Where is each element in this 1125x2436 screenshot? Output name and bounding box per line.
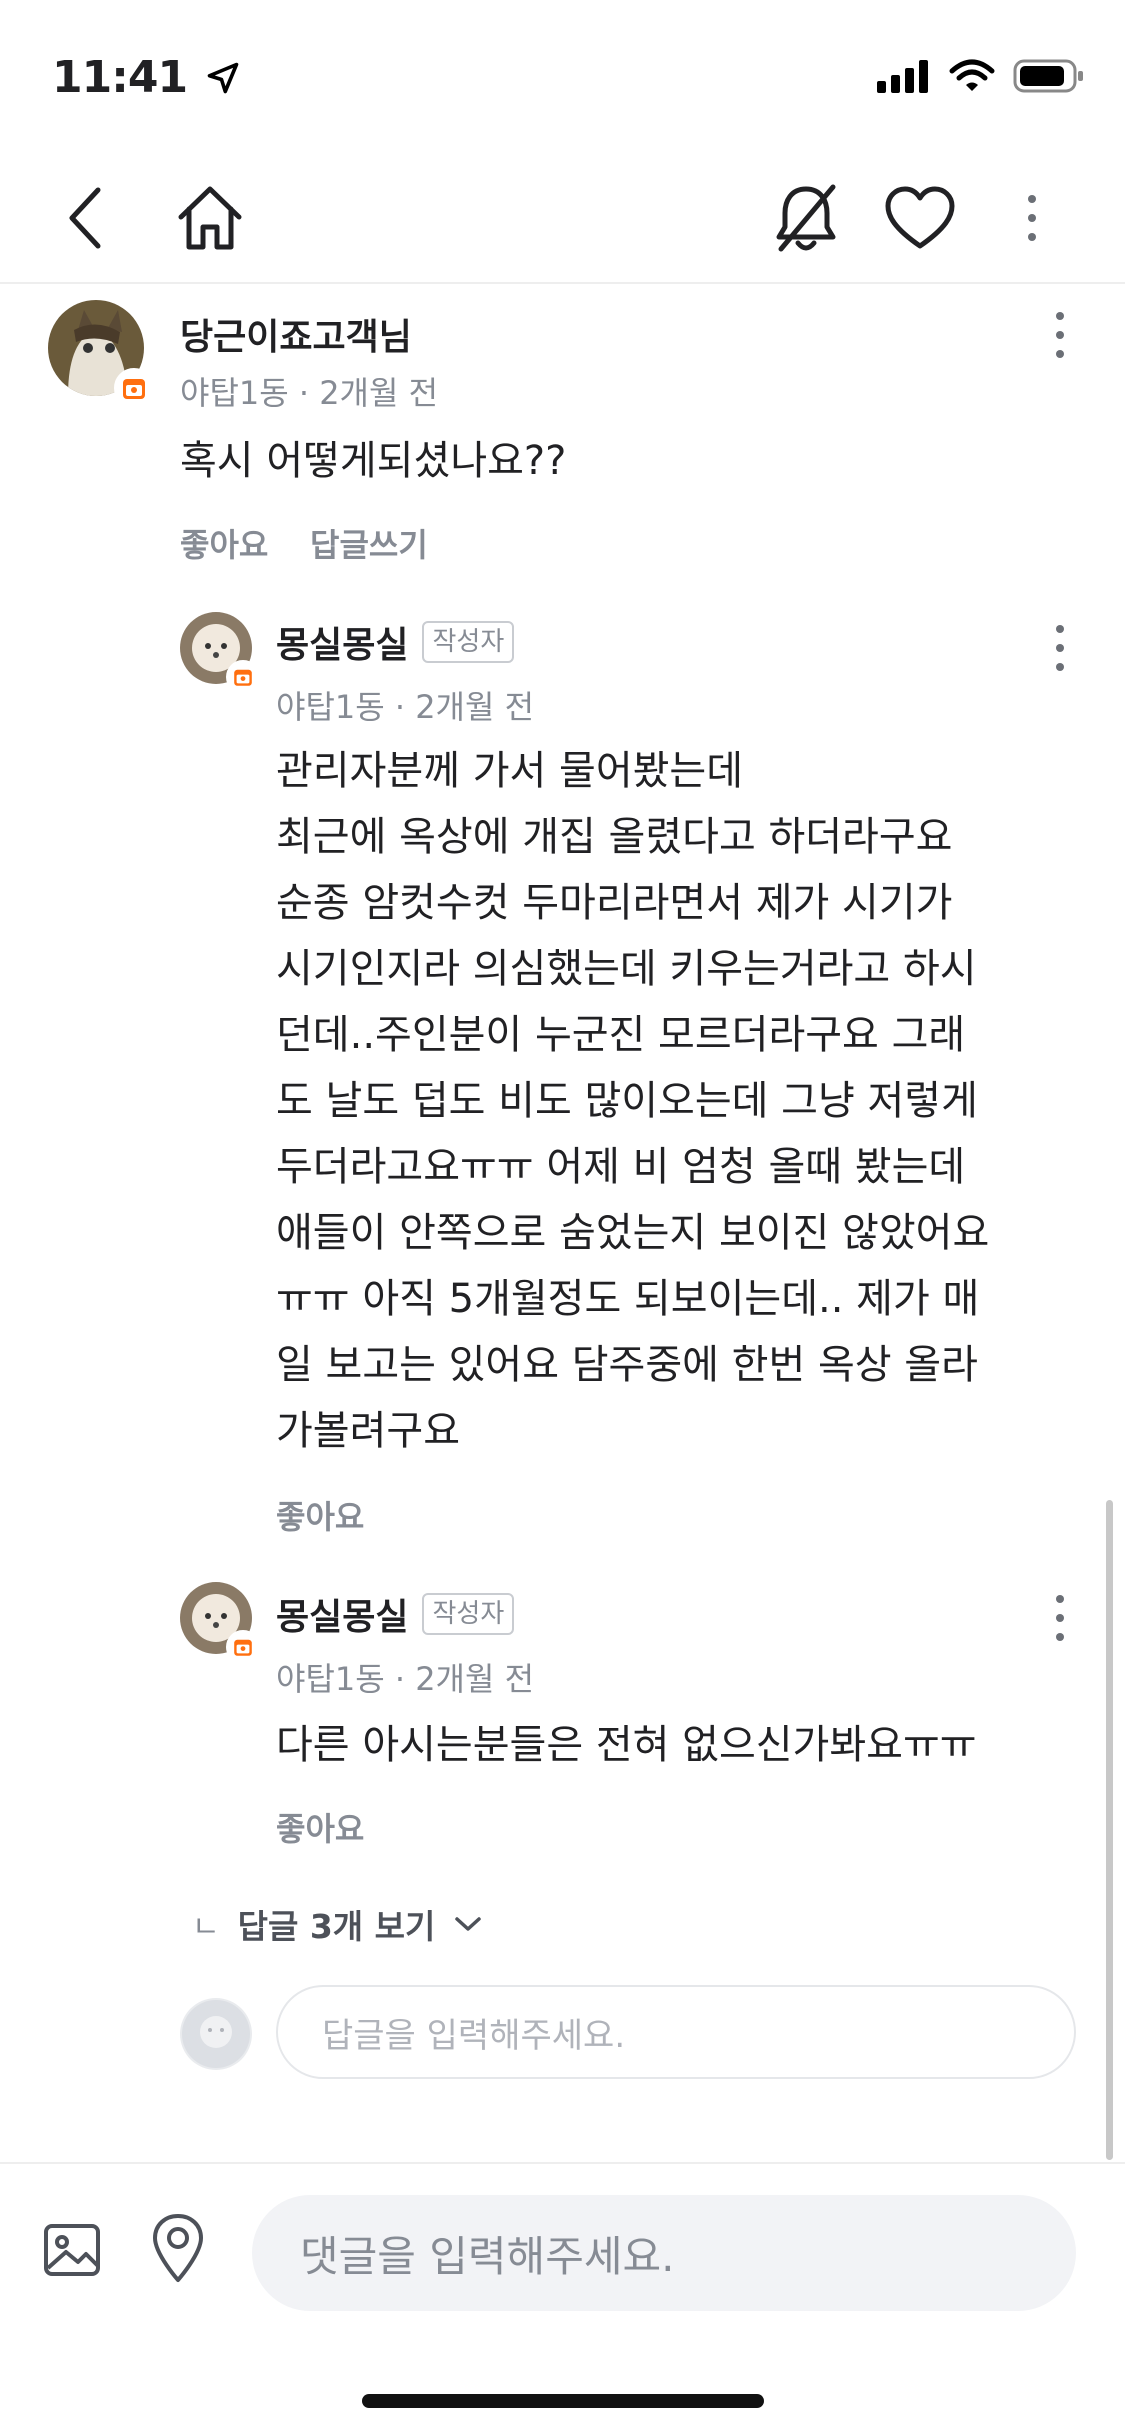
more-vertical-icon — [1050, 1595, 1070, 1641]
image-icon — [44, 2224, 100, 2276]
reply-author-row: 몽실몽실 작성자 — [276, 616, 515, 668]
status-time: 11:41 — [52, 52, 241, 103]
reply-text: 관리자분께 가서 물어봤는데 최근에 옥상에 개집 올렸다고 하더라구요 순종 … — [276, 748, 990, 1454]
calendar-badge-icon — [234, 1639, 252, 1656]
attach-image-button[interactable] — [36, 2214, 108, 2286]
home-indicator — [362, 2394, 764, 2408]
location-arrow-icon — [208, 62, 239, 94]
scrollbar[interactable] — [1106, 1500, 1113, 2160]
signal-icon — [877, 60, 928, 93]
view-replies-label: 답글 3개 보기 — [237, 1907, 436, 1946]
reply-input[interactable]: 답글을 입력해주세요. — [276, 1985, 1076, 2079]
reply-meta: 야탑1동 · 2개월 전 — [276, 1660, 535, 1698]
comment-meta: 야탑1동 · 2개월 전 — [180, 374, 439, 412]
home-button[interactable] — [170, 178, 250, 258]
calendar-badge-icon — [123, 379, 145, 399]
status-icons — [877, 58, 1085, 94]
notification-off-button[interactable] — [764, 176, 848, 260]
town-certification-badge — [226, 1630, 260, 1664]
write-reply-button[interactable]: 답글쓰기 — [310, 520, 428, 566]
comment-author[interactable]: 당근이죠고객님 — [180, 308, 412, 360]
reply-author[interactable]: 몽실몽실 — [276, 1588, 408, 1640]
author-badge: 작성자 — [422, 621, 515, 663]
like-button[interactable] — [878, 176, 962, 260]
more-options-button[interactable] — [1012, 180, 1052, 256]
reply-indent-mark: ㄴ — [192, 1910, 220, 1945]
more-vertical-icon — [1050, 312, 1070, 358]
bell-off-icon — [776, 184, 836, 252]
reply-author[interactable]: 몽실몽실 — [276, 616, 408, 668]
my-avatar — [180, 1998, 252, 2070]
author-badge: 작성자 — [422, 1593, 515, 1635]
comment-more-button[interactable] — [1040, 305, 1080, 365]
calendar-badge-icon — [234, 669, 252, 686]
default-profile-icon — [182, 2000, 250, 2068]
like-comment-button[interactable]: 좋아요 — [180, 520, 268, 566]
comment-input[interactable]: 댓글을 입력해주세요. — [252, 2195, 1076, 2311]
wifi-icon — [949, 59, 995, 91]
reply-author-row: 몽실몽실 작성자 — [276, 1588, 515, 1640]
comment-text: 혹시 어떻게되셨나요?? — [180, 438, 567, 484]
more-vertical-icon — [1050, 625, 1070, 671]
back-button[interactable] — [52, 180, 116, 256]
battery-icon — [1013, 59, 1083, 93]
like-reply-button[interactable]: 좋아요 — [276, 1492, 364, 1538]
view-replies-button[interactable]: ㄴ 답글 3개 보기 — [192, 1900, 483, 1948]
chevron-down-icon — [455, 1917, 482, 1931]
bottom-divider — [0, 2162, 1125, 2164]
chevron-left-icon — [69, 187, 101, 249]
header-divider — [0, 282, 1125, 284]
reply-meta: 야탑1동 · 2개월 전 — [276, 688, 535, 726]
more-vertical-icon — [1022, 195, 1042, 241]
reply-more-button[interactable] — [1040, 618, 1080, 678]
home-icon — [178, 186, 242, 250]
attach-location-button[interactable] — [142, 2208, 214, 2288]
location-pin-icon — [153, 2214, 203, 2282]
like-reply-button[interactable]: 좋아요 — [276, 1804, 364, 1850]
town-certification-badge — [226, 660, 260, 694]
heart-icon — [885, 186, 955, 249]
reply-text: 다른 아시는분들은 전혀 없으신가봐요ㅠㅠ — [276, 1722, 977, 1768]
town-certification-badge — [114, 368, 154, 408]
reply-more-button[interactable] — [1040, 1588, 1080, 1648]
